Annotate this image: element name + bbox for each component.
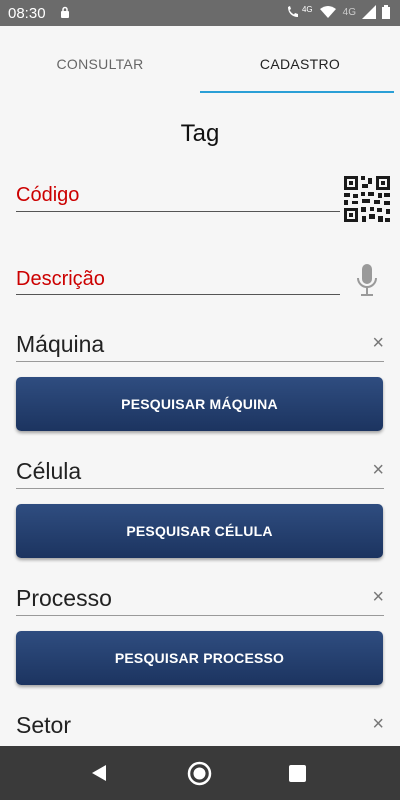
status-time: 08:30	[8, 5, 46, 22]
maquina-field[interactable]: Máquina	[16, 331, 104, 358]
microphone-icon[interactable]	[356, 264, 378, 298]
lock-icon	[61, 6, 69, 18]
status-bar: 08:30 4G 4G	[0, 0, 400, 26]
page-title: Tag	[180, 120, 220, 147]
processo-clear-icon[interactable]: ×	[372, 587, 384, 607]
qr-code-icon[interactable]	[344, 176, 390, 222]
pesquisar-celula-button[interactable]: PESQUISAR CÉLULA	[16, 504, 383, 558]
processo-underline	[16, 615, 384, 616]
pesquisar-maquina-button[interactable]: PESQUISAR MÁQUINA	[16, 377, 383, 431]
maquina-clear-icon[interactable]: ×	[372, 333, 384, 353]
pesquisar-processo-button[interactable]: PESQUISAR PROCESSO	[16, 631, 383, 685]
tab-consultar[interactable]: CONSULTAR	[0, 26, 200, 94]
network-label-1: 4G	[301, 4, 313, 14]
maquina-underline	[16, 361, 384, 362]
celula-clear-icon[interactable]: ×	[372, 460, 384, 480]
tab-cadastro[interactable]: CADASTRO	[200, 26, 400, 94]
status-icons: 4G 4G	[286, 5, 390, 19]
codigo-field[interactable]: Código	[16, 184, 79, 207]
codigo-underline	[16, 211, 340, 212]
network-label-2: 4G	[342, 6, 356, 18]
celula-field[interactable]: Célula	[16, 458, 81, 485]
processo-field[interactable]: Processo	[16, 585, 112, 612]
descricao-field[interactable]: Descrição	[16, 268, 105, 291]
navigation-bar	[0, 746, 400, 800]
wifi-icon	[319, 6, 336, 18]
signal-icon	[362, 5, 376, 19]
battery-icon	[382, 5, 390, 19]
descricao-underline	[16, 294, 340, 295]
celula-underline	[16, 488, 384, 489]
setor-clear-icon[interactable]: ×	[372, 714, 384, 734]
tab-indicator	[200, 91, 394, 93]
tab-bar: CONSULTAR CADASTRO	[0, 26, 400, 94]
back-triangle-icon[interactable]	[90, 763, 110, 783]
recent-apps-square-icon[interactable]	[289, 765, 306, 782]
setor-field[interactable]: Setor	[16, 712, 71, 739]
home-circle-icon[interactable]	[187, 761, 212, 786]
